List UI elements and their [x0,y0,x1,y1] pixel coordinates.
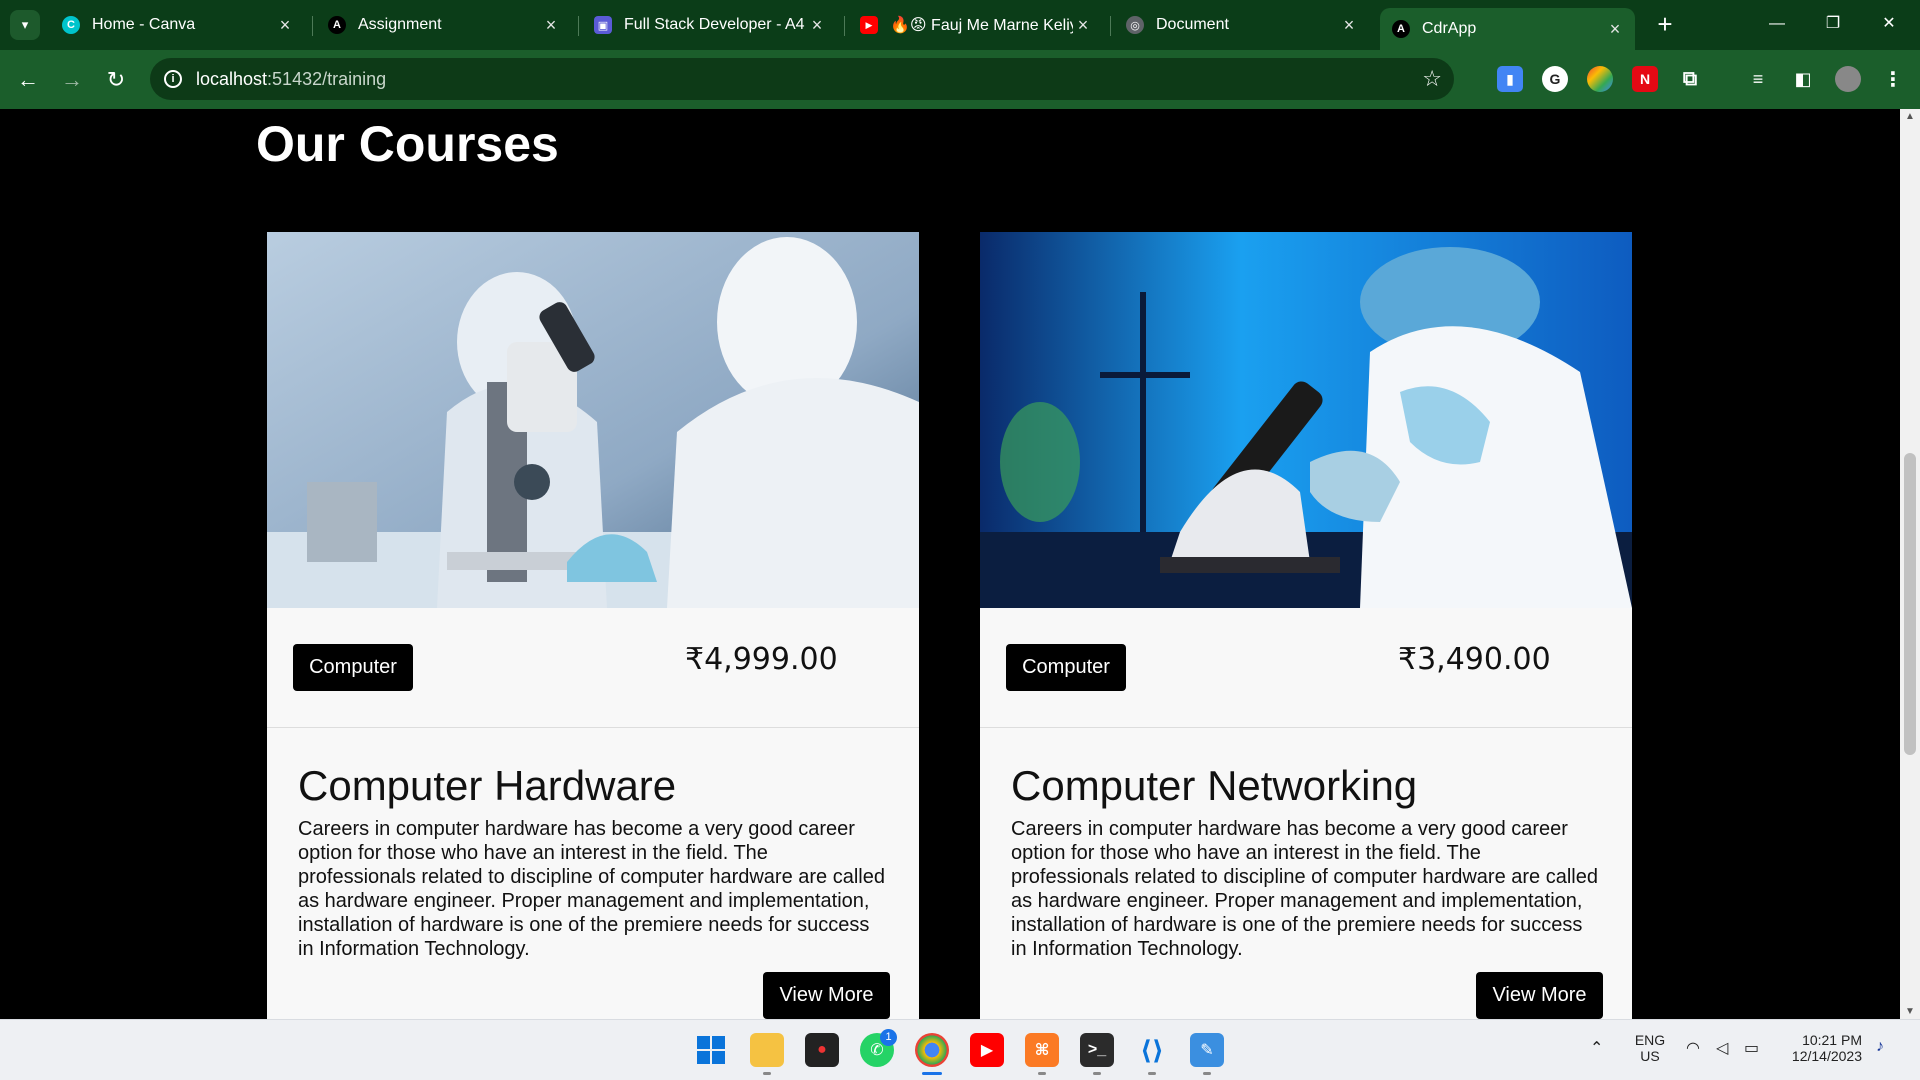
notification-badge: 1 [880,1029,897,1046]
bookmark-star-icon[interactable]: ☆ [1422,66,1442,92]
vscode-icon[interactable]: ⟨⟩ [1135,1033,1169,1067]
address-bar[interactable]: i localhost:51432/training ☆ [150,58,1454,100]
media-controls-icon[interactable]: ≡ [1745,66,1771,92]
arrow-left-icon: ← [17,67,39,92]
url-path: :51432/training [267,68,387,89]
youtube-icon[interactable]: ▶ [970,1033,1004,1067]
tab-title: 🔥😡 Fauj Me Marne Keliy [890,17,1073,34]
tab-fullstack[interactable]: ▣ Full Stack Developer - A4 × [582,8,837,42]
taskbar: ● ✆ 1 ▶ ⌘ >_ ⟨⟩ ✎ ⌃ ENG US ◠ ◁ ▭ 10:21 P… [0,1019,1920,1080]
page-title: Our Courses [256,116,559,172]
course-description: Careers in computer hardware has become … [298,818,885,960]
windows-start-icon[interactable] [694,1033,728,1067]
view-more-button[interactable]: View More [763,972,890,1019]
course-price: ₹4,999.00 [685,642,838,677]
clock[interactable]: 10:21 PM 12/14/2023 [1782,1032,1862,1064]
file-explorer-icon[interactable] [750,1033,784,1067]
close-icon[interactable]: × [1339,15,1359,36]
close-icon[interactable]: × [275,15,295,36]
tab-canva[interactable]: C Home - Canva × [50,8,305,42]
course-card: Computer ₹4,999.00 Computer Hardware Car… [267,232,919,1019]
grammarly-extension-icon[interactable]: G [1542,66,1568,92]
back-button[interactable]: ← [12,64,44,96]
url-host: localhost [196,68,268,89]
region-code: US [1640,1048,1660,1064]
toolbar: ← → ↻ i localhost:51432/training ☆ ▮ G N… [0,50,1920,109]
page-scrollbar[interactable]: ▲ ▼ [1900,109,1920,1019]
document-icon: ▣ [594,16,612,34]
course-card: Computer ₹3,490.00 Computer Networking C… [980,232,1632,1019]
scroll-down-arrow-icon[interactable]: ▼ [1900,1006,1920,1017]
reload-icon: ↻ [106,67,126,92]
angular-icon: A [328,16,346,34]
tab-assignment[interactable]: A Assignment × [316,8,571,42]
terminal-icon[interactable]: >_ [1080,1033,1114,1067]
tab-title: Document [1156,16,1229,33]
volume-icon[interactable]: ◁ [1716,1038,1728,1058]
tab-strip: ▾ C Home - Canva × A Assignment × ▣ Full… [0,0,1920,50]
tab-title: Assignment [358,16,442,33]
scroll-up-arrow-icon[interactable]: ▲ [1900,111,1920,122]
angular-icon: A [1392,20,1410,38]
close-icon[interactable]: × [541,15,561,36]
youtube-icon: ▶ [860,16,878,34]
tab-search-button[interactable]: ▾ [10,10,40,40]
netflix-party-extension-icon[interactable]: N [1632,66,1658,92]
tab-youtube[interactable]: ▶ 🔥😡 Fauj Me Marne Keliy × [848,8,1103,42]
course-title: Computer Networking [1011,762,1418,809]
tab-title: CdrApp [1422,20,1477,37]
globe-icon: ◎ [1126,16,1144,34]
course-title: Computer Hardware [298,762,677,809]
paint-icon[interactable]: ✎ [1190,1033,1224,1067]
clock-date: 12/14/2023 [1791,1048,1862,1064]
tab-cdrapp[interactable]: A CdrApp × [1380,8,1635,50]
tab-title: Full Stack Developer - A4 [624,16,805,33]
docs-extension-icon[interactable]: ▮ [1497,66,1523,92]
color-picker-extension-icon[interactable] [1587,66,1613,92]
screen-recorder-icon[interactable]: ● [805,1033,839,1067]
tray-overflow-chevron-icon[interactable]: ⌃ [1590,1038,1603,1058]
arrow-right-icon: → [61,67,83,92]
input-language[interactable]: ENG US [1630,1032,1670,1064]
minimize-button[interactable]: — [1754,8,1800,40]
close-icon[interactable]: × [1073,15,1093,36]
extensions-puzzle-icon[interactable]: ⧉ [1677,66,1703,92]
new-tab-button[interactable]: + [1650,10,1680,40]
clock-time: 10:21 PM [1802,1032,1862,1048]
profile-avatar[interactable] [1835,66,1861,92]
battery-icon[interactable]: ▭ [1744,1038,1759,1058]
url-text: localhost:51432/training [196,69,386,90]
course-description: Careers in computer hardware has become … [1011,818,1598,960]
course-image [980,232,1632,608]
close-icon[interactable]: × [1605,19,1625,40]
reload-button[interactable]: ↻ [100,64,132,96]
tab-document[interactable]: ◎ Document × [1114,8,1369,42]
notification-bell-icon[interactable]: ♪ [1876,1038,1884,1056]
course-price: ₹3,490.00 [1398,642,1551,677]
language-code: ENG [1634,1032,1666,1048]
menu-kebab-icon[interactable]: ⋮ [1880,66,1906,92]
course-meta: Computer ₹4,999.00 [267,608,919,728]
course-meta: Computer ₹3,490.00 [980,608,1632,728]
close-window-button[interactable]: ✕ [1866,8,1912,40]
view-more-button[interactable]: View More [1476,972,1603,1019]
scroll-thumb[interactable] [1904,453,1916,755]
forward-button[interactable]: → [56,64,88,96]
chevron-down-icon: ▾ [21,17,29,32]
wifi-icon[interactable]: ◠ [1686,1038,1700,1058]
restore-button[interactable]: ❐ [1810,8,1856,40]
close-icon[interactable]: × [807,15,827,36]
tab-title: Home - Canva [92,16,196,33]
category-badge: Computer [293,644,413,691]
canva-icon: C [62,16,80,34]
chrome-icon[interactable] [915,1033,949,1067]
side-panel-icon[interactable]: ◧ [1790,66,1816,92]
course-image [267,232,919,608]
site-info-icon[interactable]: i [164,70,182,88]
xampp-icon[interactable]: ⌘ [1025,1033,1059,1067]
category-badge: Computer [1006,644,1126,691]
page-viewport: Our Courses Computer ₹4,999.00 Computer … [0,109,1900,1019]
